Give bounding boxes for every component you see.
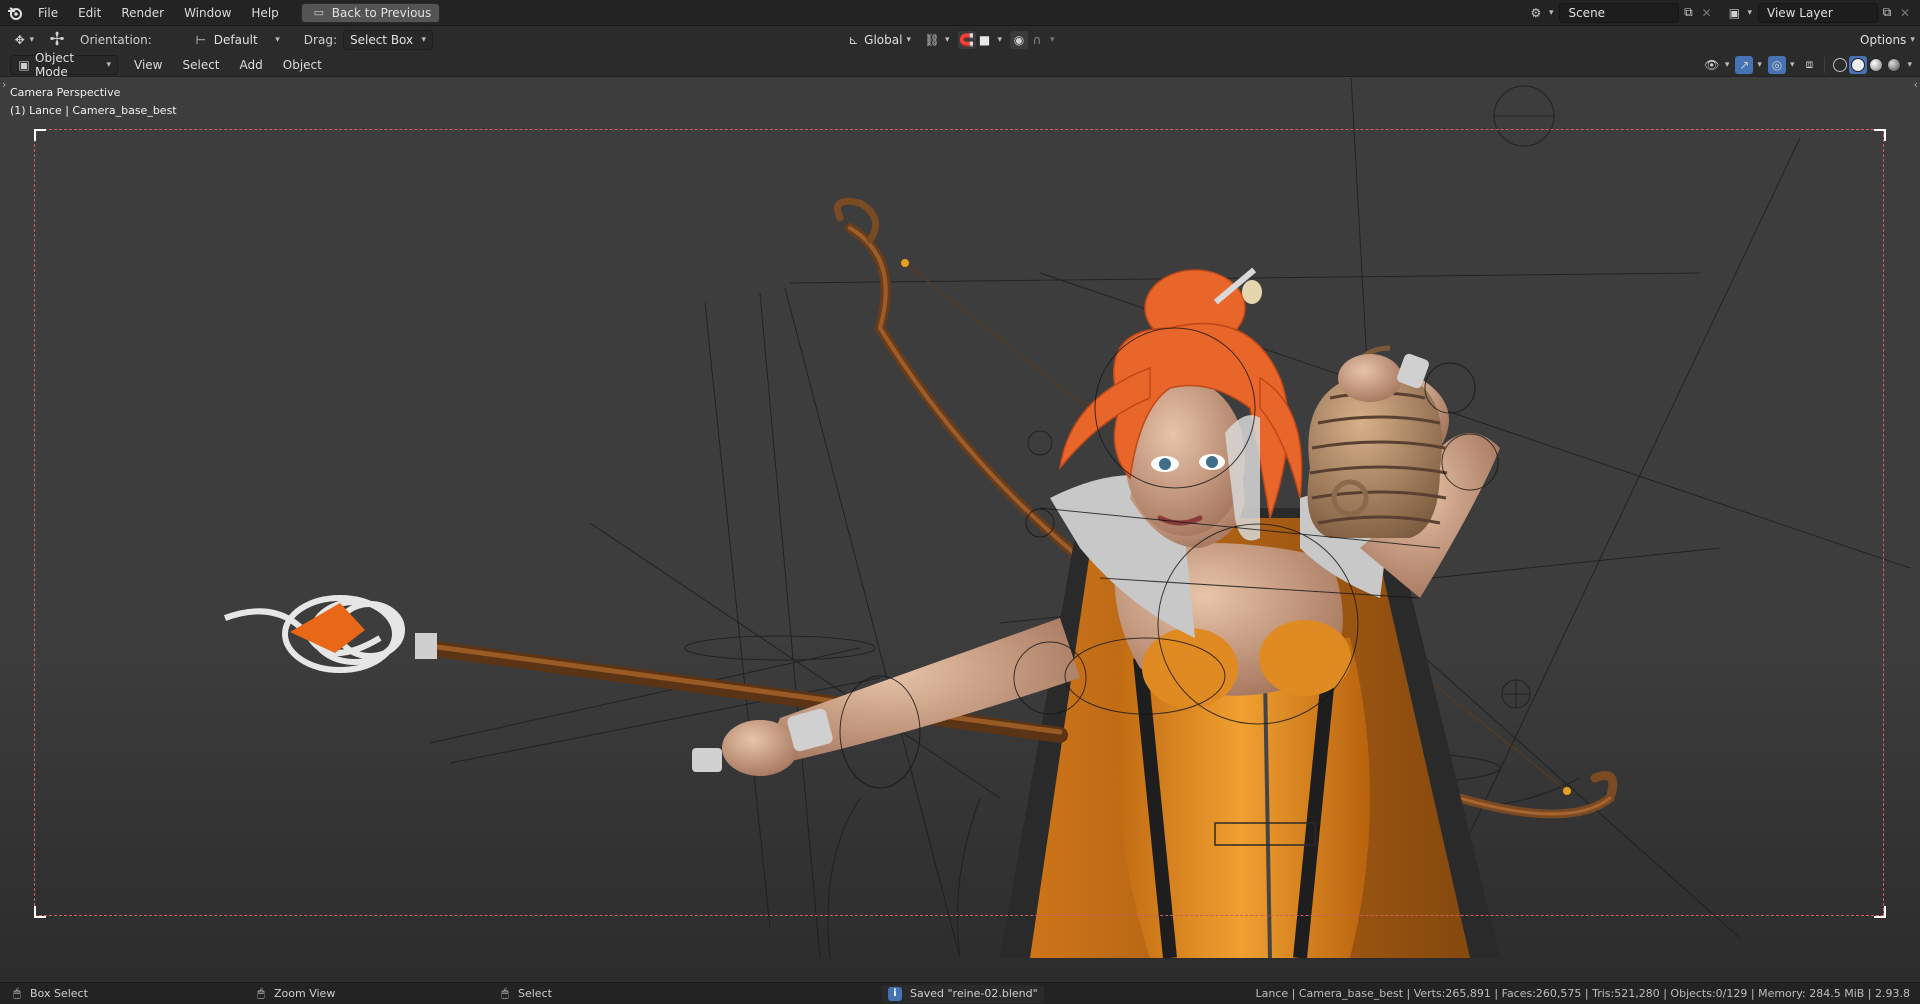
snap-target-icon[interactable]: ■	[976, 31, 994, 49]
status-zoom-view: Zoom View	[274, 987, 336, 1000]
menu-view[interactable]: View	[124, 54, 172, 76]
back-to-previous-label: Back to Previous	[331, 5, 432, 20]
xray-icon[interactable]: ⧈	[1800, 56, 1818, 74]
shading-material-icon[interactable]	[1867, 56, 1885, 74]
3d-viewport[interactable]: Camera Perspective (1) Lance | Camera_ba…	[0, 78, 1920, 982]
saved-message: Saved "reine-02.blend"	[910, 987, 1038, 1000]
close-icon[interactable]: ✕	[1896, 4, 1914, 22]
chevron-down-icon: ▾	[106, 59, 111, 70]
pivot-icon[interactable]: ⛓	[923, 31, 941, 49]
view-layer-field[interactable]: View Layer	[1758, 2, 1878, 23]
toolbar-toggle-icon[interactable]: ›	[2, 78, 6, 91]
sidebar-toggle-icon[interactable]: ‹	[1914, 78, 1918, 91]
drag-value: Select Box	[349, 32, 414, 47]
chevron-down-icon[interactable]: ▾	[1549, 8, 1554, 18]
shading-rendered-icon[interactable]	[1885, 56, 1903, 74]
camera-frame	[34, 129, 1884, 916]
menu-file[interactable]: File	[28, 2, 68, 24]
transform-orientation-value: Global	[864, 32, 903, 47]
scene-name-field[interactable]: Scene	[1559, 2, 1680, 23]
camera-frame-corner	[34, 906, 46, 918]
gizmo-icon[interactable]: ↗	[1735, 55, 1754, 74]
close-icon[interactable]: ✕	[1697, 4, 1715, 22]
menu-select[interactable]: Select	[172, 54, 229, 76]
menu-edit[interactable]: Edit	[68, 2, 111, 24]
proportional-icon[interactable]: ◉	[1010, 30, 1029, 49]
orientation-value: Default	[213, 32, 258, 47]
tool-picker[interactable]: ✥ ▾	[8, 29, 40, 50]
transform-tool-icon: ✥	[14, 32, 25, 47]
chevron-down-icon[interactable]: ▾	[1790, 60, 1795, 70]
new-scene-icon[interactable]: ⧉	[1679, 4, 1697, 22]
info-icon: i	[888, 986, 902, 1001]
mode-dropdown[interactable]: ▣ Object Mode ▾	[10, 51, 118, 79]
saved-report: i Saved "reine-02.blend"	[882, 984, 1044, 1003]
chevron-down-icon[interactable]: ▾	[945, 35, 950, 45]
shading-wireframe-icon[interactable]	[1831, 56, 1849, 74]
top-menu-bar: File Edit Render Window Help ▭ Back to P…	[0, 0, 1920, 26]
transform-orientation-dropdown[interactable]: ⊾ Global ▾	[840, 29, 917, 50]
orientation-axes-icon: ⊢	[195, 32, 207, 47]
chevron-down-icon[interactable]: ▾	[1747, 8, 1752, 18]
status-bar: 🖱 Box Select 🖱 Zoom View 🖱 Select i Save…	[0, 982, 1920, 1004]
camera-frame-corner	[1874, 129, 1886, 141]
menu-help[interactable]: Help	[241, 2, 288, 24]
camera-frame-corner	[1874, 906, 1886, 918]
object-mode-icon: ▣	[18, 57, 30, 72]
new-view-layer-icon[interactable]: ⧉	[1878, 4, 1896, 22]
mouse-middle-icon: 🖱	[257, 986, 265, 1000]
falloff-icon[interactable]: ∩	[1028, 31, 1046, 49]
blender-logo-icon[interactable]	[6, 4, 24, 22]
global-axes-icon: ⊾	[848, 32, 859, 47]
chevron-down-icon: ▾	[421, 34, 426, 45]
visibility-icon[interactable]: 👁	[1703, 56, 1721, 74]
menu-render[interactable]: Render	[111, 2, 174, 24]
camera-frame-corner	[34, 129, 46, 141]
chevron-down-icon[interactable]: ▾	[1050, 35, 1055, 45]
move-gizmo-icon[interactable]: ✢	[48, 29, 66, 50]
chevron-down-icon[interactable]: ▾	[1907, 60, 1912, 70]
back-to-previous-button[interactable]: ▭ Back to Previous	[300, 2, 441, 23]
shading-solid-icon[interactable]	[1849, 55, 1868, 74]
viewport-header: ▣ Object Mode ▾ View Select Add Object 👁…	[0, 51, 1920, 79]
status-select: Select	[518, 987, 552, 1000]
menu-add[interactable]: Add	[230, 54, 273, 76]
chevron-down-icon[interactable]: ▾	[998, 35, 1003, 45]
scene-icon[interactable]: ⚙	[1527, 4, 1545, 22]
mouse-right-icon: 🖱	[501, 986, 509, 1000]
scene-statistics: Lance | Camera_base_best | Verts:265,891…	[1255, 987, 1910, 1000]
tool-settings-bar: ✥ ▾ ✢ Orientation: ⊢ Default ▾ Drag: Sele…	[0, 26, 1920, 53]
status-box-select: Box Select	[30, 987, 88, 1000]
chevron-down-icon[interactable]: ▾	[1725, 60, 1730, 70]
drag-label: Drag:	[303, 32, 337, 47]
chevron-down-icon[interactable]: ▾	[1757, 60, 1762, 70]
overlay-icon[interactable]: ◎	[1767, 55, 1786, 74]
mouse-left-icon: 🖱	[13, 986, 21, 1000]
menu-window[interactable]: Window	[174, 2, 241, 24]
orientation-dropdown[interactable]: ⊢ Default ▾	[185, 29, 286, 50]
options-dropdown[interactable]: Options ▾	[1854, 29, 1915, 50]
view-layer-icon[interactable]: ▣	[1725, 4, 1743, 22]
chevron-down-icon: ▾	[275, 34, 280, 45]
mode-value: Object Mode	[35, 50, 75, 79]
options-label: Options	[1860, 32, 1907, 47]
screen-icon: ▭	[313, 6, 324, 19]
drag-dropdown[interactable]: Select Box ▾	[342, 29, 433, 50]
chevron-down-icon: ▾	[906, 34, 911, 45]
orientation-label: Orientation:	[80, 32, 152, 47]
snap-icon[interactable]: 🧲	[957, 30, 976, 49]
chevron-down-icon: ▾	[1910, 34, 1915, 45]
menu-object[interactable]: Object	[273, 54, 332, 76]
